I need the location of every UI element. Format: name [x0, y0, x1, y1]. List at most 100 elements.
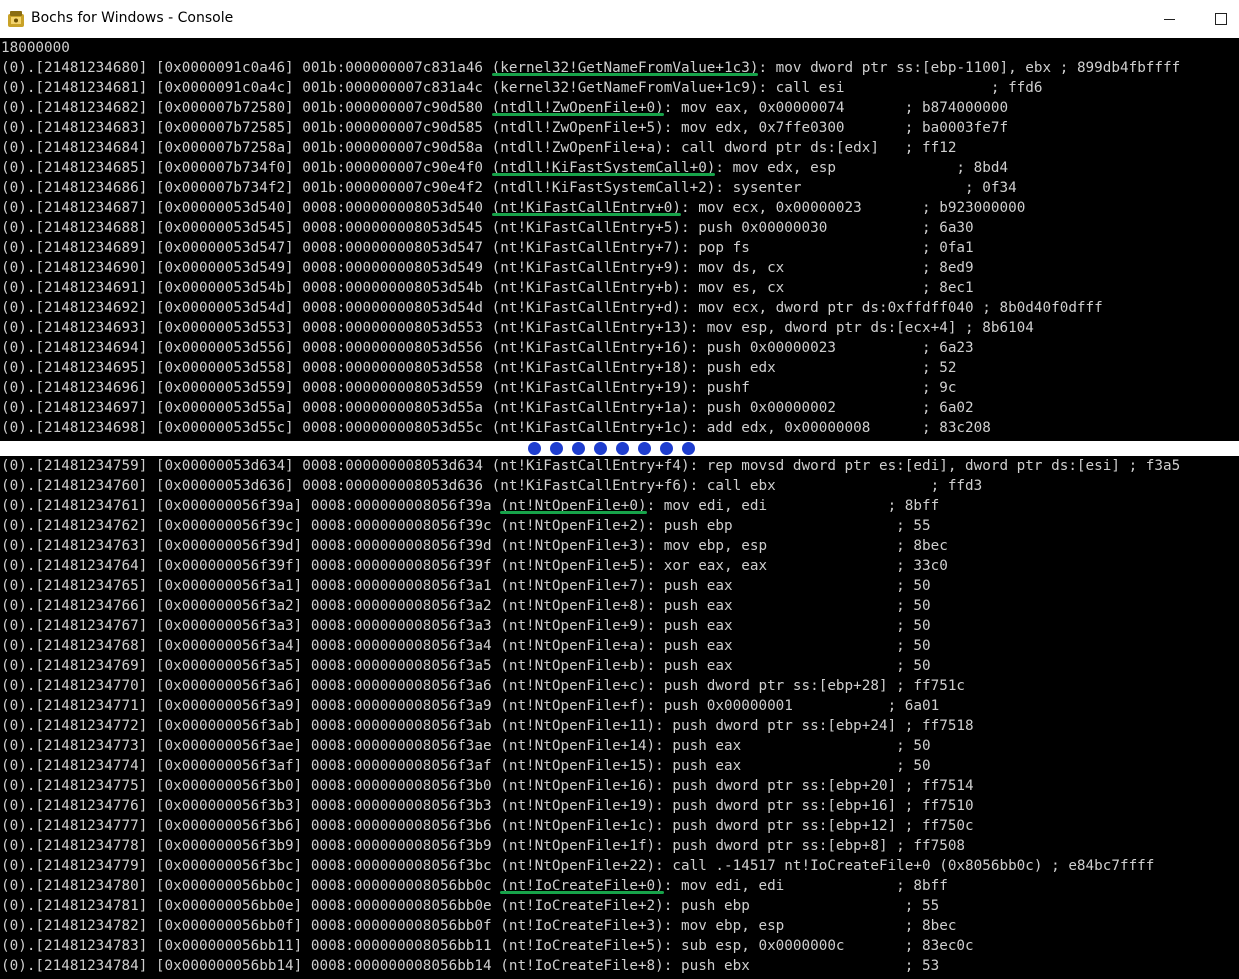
console-lines-bottom: (0).[21481234759] [0x00000053d634] 0008:…: [0, 456, 1239, 976]
console-line: (0).[21481234772] [0x000000056f3ab] 0008…: [0, 716, 1239, 736]
console-line: (0).[21481234770] [0x000000056f3a6] 0008…: [0, 676, 1239, 696]
line-text: (0).[21481234768] [0x000000056f3a4] 0008…: [1, 638, 931, 654]
console-line: (0).[21481234692] [0x00000053d54d] 0008:…: [0, 298, 1239, 318]
console-line: (0).[21481234680] [0x0000091c0a46] 001b:…: [0, 58, 1239, 78]
line-text: (0).[21481234682] [0x000007b72580] 001b:…: [1, 100, 492, 116]
ellipsis-dot: [594, 442, 607, 455]
console-line: (0).[21481234689] [0x00000053d547] 0008:…: [0, 238, 1239, 258]
console-line: (0).[21481234782] [0x000000056bb0f] 0008…: [0, 916, 1239, 936]
line-text: (0).[21481234781] [0x000000056bb0e] 0008…: [1, 898, 940, 914]
bochs-app-icon: [6, 9, 26, 29]
console-line: (0).[21481234779] [0x000000056f3bc] 0008…: [0, 856, 1239, 876]
line-text: (0).[21481234769] [0x000000056f3a5] 0008…: [1, 658, 931, 674]
line-text: (0).[21481234773] [0x000000056f3ae] 0008…: [1, 738, 931, 754]
line-text: (0).[21481234760] [0x00000053d636] 0008:…: [1, 478, 983, 494]
highlighted-symbol: (nt!IoCreateFile+0): [500, 878, 664, 894]
line-text: : mov eax, 0x00000074 ; b874000000: [663, 100, 1009, 116]
ellipsis-dot: [660, 442, 673, 455]
line-text: (0).[21481234692] [0x00000053d54d] 0008:…: [1, 300, 1103, 316]
line-text: : mov dword ptr ss:[ebp-1100], ebx ; 899…: [758, 60, 1181, 76]
ellipsis-dot: [550, 442, 563, 455]
line-text: (0).[21481234779] [0x000000056f3bc] 0008…: [1, 858, 1155, 874]
line-text: (0).[21481234765] [0x000000056f3a1] 0008…: [1, 578, 931, 594]
line-text: (0).[21481234694] [0x00000053d556] 0008:…: [1, 340, 974, 356]
console-line: (0).[21481234784] [0x000000056bb14] 0008…: [0, 956, 1239, 976]
line-text: (0).[21481234681] [0x0000091c0a4c] 001b:…: [1, 80, 1043, 96]
line-text: (0).[21481234691] [0x00000053d54b] 0008:…: [1, 280, 974, 296]
line-text: (0).[21481234698] [0x00000053d55c] 0008:…: [1, 420, 991, 436]
console-line: (0).[21481234771] [0x000000056f3a9] 0008…: [0, 696, 1239, 716]
line-text: (0).[21481234683] [0x000007b72585] 001b:…: [1, 120, 1009, 136]
highlighted-symbol: (ntdll!ZwOpenFile+0): [491, 100, 664, 116]
console-line: (0).[21481234698] [0x00000053d55c] 0008:…: [0, 418, 1239, 438]
line-text: (0).[21481234784] [0x000000056bb14] 0008…: [1, 958, 940, 974]
line-text: (0).[21481234770] [0x000000056f3a6] 0008…: [1, 678, 966, 694]
line-text: (0).[21481234774] [0x000000056f3af] 0008…: [1, 758, 931, 774]
console-line: (0).[21481234683] [0x000007b72585] 001b:…: [0, 118, 1239, 138]
line-text: : mov ecx, 0x00000023 ; b923000000: [681, 200, 1026, 216]
line-text: (0).[21481234759] [0x00000053d634] 0008:…: [1, 458, 1181, 474]
console-line: (0).[21481234776] [0x000000056f3b3] 0008…: [0, 796, 1239, 816]
console-line: (0).[21481234783] [0x000000056bb11] 0008…: [0, 936, 1239, 956]
console-line: (0).[21481234762] [0x000000056f39c] 0008…: [0, 516, 1239, 536]
line-text: (0).[21481234693] [0x00000053d553] 0008:…: [1, 320, 1034, 336]
console-line: (0).[21481234681] [0x0000091c0a4c] 001b:…: [0, 78, 1239, 98]
console-line: (0).[21481234773] [0x000000056f3ae] 0008…: [0, 736, 1239, 756]
line-text: (0).[21481234687] [0x00000053d540] 0008:…: [1, 200, 492, 216]
console-line: (0).[21481234767] [0x000000056f3a3] 0008…: [0, 616, 1239, 636]
line-text: (0).[21481234685] [0x000007b734f0] 001b:…: [1, 160, 492, 176]
console-line: (0).[21481234759] [0x00000053d634] 0008:…: [0, 456, 1239, 476]
maximize-icon: [1214, 13, 1227, 25]
console-line: (0).[21481234775] [0x000000056f3b0] 0008…: [0, 776, 1239, 796]
console-line: (0).[21481234774] [0x000000056f3af] 0008…: [0, 756, 1239, 776]
maximize-button[interactable]: [1202, 0, 1239, 38]
console-lines-top: 18000000 (0).[21481234680] [0x0000091c0a4…: [0, 38, 1239, 438]
line-text: : mov edi, edi ; 8bff: [646, 498, 940, 514]
console-line: (0).[21481234778] [0x000000056f3b9] 0008…: [0, 836, 1239, 856]
line-text: (0).[21481234763] [0x000000056f39d] 0008…: [1, 538, 948, 554]
console-line: (0).[21481234764] [0x000000056f39f] 0008…: [0, 556, 1239, 576]
line-text: (0).[21481234780] [0x000000056bb0c] 0008…: [1, 878, 501, 894]
line-text: (0).[21481234689] [0x00000053d547] 0008:…: [1, 240, 974, 256]
line-text: (0).[21481234697] [0x00000053d55a] 0008:…: [1, 400, 974, 416]
window-title: Bochs for Windows - Console: [31, 10, 234, 26]
line-text: (0).[21481234767] [0x000000056f3a3] 0008…: [1, 618, 931, 634]
line-text: (0).[21481234680] [0x0000091c0a46] 001b:…: [1, 60, 492, 76]
line-text: (0).[21481234696] [0x00000053d559] 0008:…: [1, 380, 957, 396]
console-line: (0).[21481234682] [0x000007b72580] 001b:…: [0, 98, 1239, 118]
ellipsis-dot: [638, 442, 651, 455]
minimize-icon: [1163, 18, 1175, 20]
console-line: (0).[21481234690] [0x00000053d549] 0008:…: [0, 258, 1239, 278]
line-text: (0).[21481234776] [0x000000056f3b3] 0008…: [1, 798, 974, 814]
line-text: (0).[21481234777] [0x000000056f3b6] 0008…: [1, 818, 974, 834]
console-line: (0).[21481234765] [0x000000056f3a1] 0008…: [0, 576, 1239, 596]
highlighted-symbol: (ntdll!KiFastSystemCall+0): [491, 160, 716, 176]
console-line: (0).[21481234696] [0x00000053d559] 0008:…: [0, 378, 1239, 398]
console-line: 18000000: [0, 38, 1239, 58]
line-text: (0).[21481234684] [0x000007b7258a] 001b:…: [1, 140, 957, 156]
line-text: (0).[21481234782] [0x000000056bb0f] 0008…: [1, 918, 957, 934]
line-text: (0).[21481234761] [0x000000056f39a] 0008…: [1, 498, 501, 514]
console-line: (0).[21481234768] [0x000000056f3a4] 0008…: [0, 636, 1239, 656]
console-line: (0).[21481234780] [0x000000056bb0c] 0008…: [0, 876, 1239, 896]
line-text: : mov edx, esp ; 8bd4: [715, 160, 1009, 176]
console-line: (0).[21481234766] [0x000000056f3a2] 0008…: [0, 596, 1239, 616]
ellipsis-dot: [528, 442, 541, 455]
console-line: (0).[21481234777] [0x000000056f3b6] 0008…: [0, 816, 1239, 836]
console-output-top[interactable]: 18000000 (0).[21481234680] [0x0000091c0a4…: [0, 38, 1239, 441]
highlighted-symbol: (nt!KiFastCallEntry+0): [491, 200, 681, 216]
console-line: (0).[21481234760] [0x00000053d636] 0008:…: [0, 476, 1239, 496]
console-line: (0).[21481234763] [0x000000056f39d] 0008…: [0, 536, 1239, 556]
ellipsis-dot: [682, 442, 695, 455]
title-bar[interactable]: Bochs for Windows - Console: [0, 0, 1239, 39]
console-line: (0).[21481234697] [0x00000053d55a] 0008:…: [0, 398, 1239, 418]
line-text: (0).[21481234771] [0x000000056f3a9] 0008…: [1, 698, 940, 714]
console-line: (0).[21481234761] [0x000000056f39a] 0008…: [0, 496, 1239, 516]
console-line: (0).[21481234686] [0x000007b734f2] 001b:…: [0, 178, 1239, 198]
minimize-button[interactable]: [1146, 0, 1192, 38]
line-text: (0).[21481234690] [0x00000053d549] 0008:…: [1, 260, 974, 276]
ellipsis-dot: [616, 442, 629, 455]
line-text: (0).[21481234772] [0x000000056f3ab] 0008…: [1, 718, 974, 734]
console-line: (0).[21481234694] [0x00000053d556] 0008:…: [0, 338, 1239, 358]
console-output-bottom[interactable]: (0).[21481234759] [0x00000053d634] 0008:…: [0, 456, 1239, 979]
